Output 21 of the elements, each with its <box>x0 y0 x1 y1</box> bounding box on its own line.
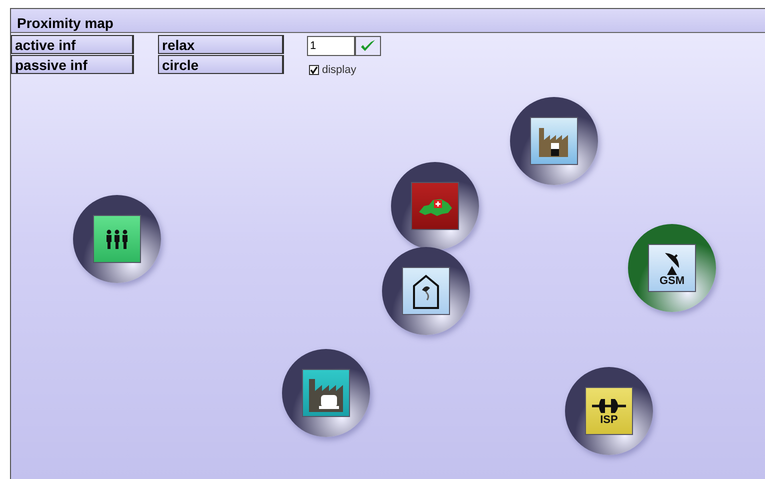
mode-button[interactable]: passive inf <box>11 55 134 74</box>
apply-button[interactable] <box>355 36 381 56</box>
plug-icon <box>591 396 627 414</box>
icon-label: GSM <box>659 276 685 286</box>
people-icon <box>93 215 141 263</box>
window-title: Proximity map <box>17 14 114 32</box>
factory-icon <box>302 369 350 417</box>
mode-button[interactable]: relax <box>158 35 284 54</box>
icon-label: ISP <box>600 414 618 426</box>
map-icon <box>411 182 459 230</box>
node-bubble[interactable]: GSM <box>628 224 716 312</box>
factory-icon <box>530 117 578 165</box>
mode-button[interactable]: active inf <box>11 35 134 54</box>
node-bubble[interactable] <box>382 247 470 335</box>
node-bubble[interactable]: ISP <box>565 367 653 455</box>
display-label: display <box>322 64 356 76</box>
count-field[interactable]: 1 <box>307 36 355 56</box>
house-icon <box>402 267 450 315</box>
display-checkbox[interactable] <box>309 65 319 75</box>
mode-button[interactable]: circle <box>158 55 284 74</box>
checkmark-icon <box>360 39 376 53</box>
